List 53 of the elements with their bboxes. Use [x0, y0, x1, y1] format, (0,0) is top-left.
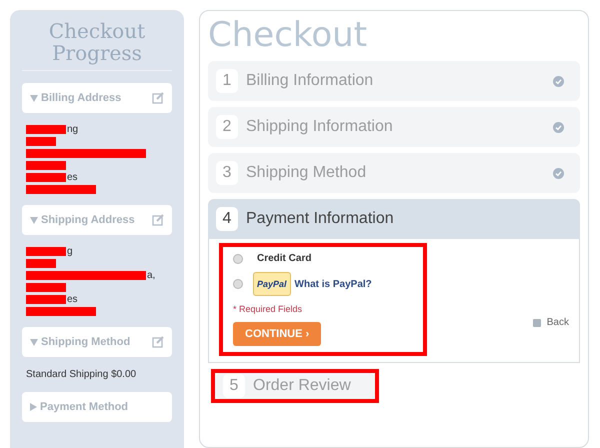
section-title: Payment Method — [40, 401, 128, 413]
step-header[interactable]: 3 Shipping Method — [208, 153, 580, 193]
step-title: Payment Information — [246, 210, 395, 228]
step-number: 1 — [216, 69, 238, 93]
required-note: * Required Fields — [233, 304, 304, 314]
redaction-bar — [26, 258, 56, 268]
address-text: ng — [67, 124, 78, 134]
section-header[interactable]: Shipping Method — [22, 327, 172, 357]
step-number: 4 — [216, 207, 238, 231]
section-title: Shipping Address — [41, 214, 135, 226]
continue-button[interactable]: CONTINUE › — [233, 322, 322, 346]
step-title: Billing Information — [246, 72, 374, 90]
section-title: Billing Address — [41, 92, 122, 104]
what-is-paypal-link[interactable]: What is PayPal? — [294, 278, 372, 290]
redaction-bar — [26, 282, 66, 292]
edit-icon[interactable] — [152, 336, 164, 348]
redaction-bar — [26, 160, 66, 170]
section-header[interactable]: Shipping Address — [22, 205, 172, 235]
address-text: g — [67, 246, 73, 256]
section-header[interactable]: Payment Method — [22, 392, 172, 422]
back-icon[interactable] — [532, 318, 541, 326]
step-title: Shipping Information — [246, 118, 394, 136]
step-header[interactable]: 1 Billing Information — [208, 61, 580, 101]
redaction-bar — [26, 246, 66, 256]
paypal-logo: PayPal — [253, 272, 291, 296]
step-title: Order Review — [253, 377, 352, 395]
section-header[interactable]: Billing Address — [22, 83, 172, 113]
step-header[interactable]: 4 Payment Information — [208, 199, 580, 239]
redaction-bar — [26, 136, 56, 146]
sidebar-title: Checkout Progress — [48, 20, 146, 64]
step-title: Shipping Method — [246, 164, 368, 182]
redaction-bar — [26, 294, 66, 304]
redaction-bar — [26, 184, 96, 194]
address-text: a, — [147, 270, 156, 280]
address-text: es — [67, 172, 78, 182]
redaction-bar — [26, 306, 96, 316]
back-link[interactable]: Back — [546, 317, 569, 328]
option-label: Credit Card — [257, 253, 312, 264]
redaction-bar — [26, 124, 66, 134]
step-header[interactable]: 2 Shipping Information — [208, 107, 580, 147]
edit-icon[interactable] — [152, 92, 164, 104]
address-text: es — [67, 294, 78, 304]
step-number: 5 — [223, 374, 245, 398]
shipping-method-text: Standard Shipping $0.00 — [25, 368, 138, 382]
page-title: Checkout — [208, 15, 368, 55]
step-number: 3 — [216, 161, 238, 185]
edit-icon[interactable] — [152, 214, 164, 226]
radio-button[interactable] — [233, 279, 243, 289]
redaction-bar — [26, 172, 66, 182]
step-number: 2 — [216, 115, 238, 139]
radio-button[interactable] — [233, 254, 243, 264]
step-header[interactable]: 5 Order Review — [215, 373, 375, 399]
section-title: Shipping Method — [41, 336, 130, 348]
